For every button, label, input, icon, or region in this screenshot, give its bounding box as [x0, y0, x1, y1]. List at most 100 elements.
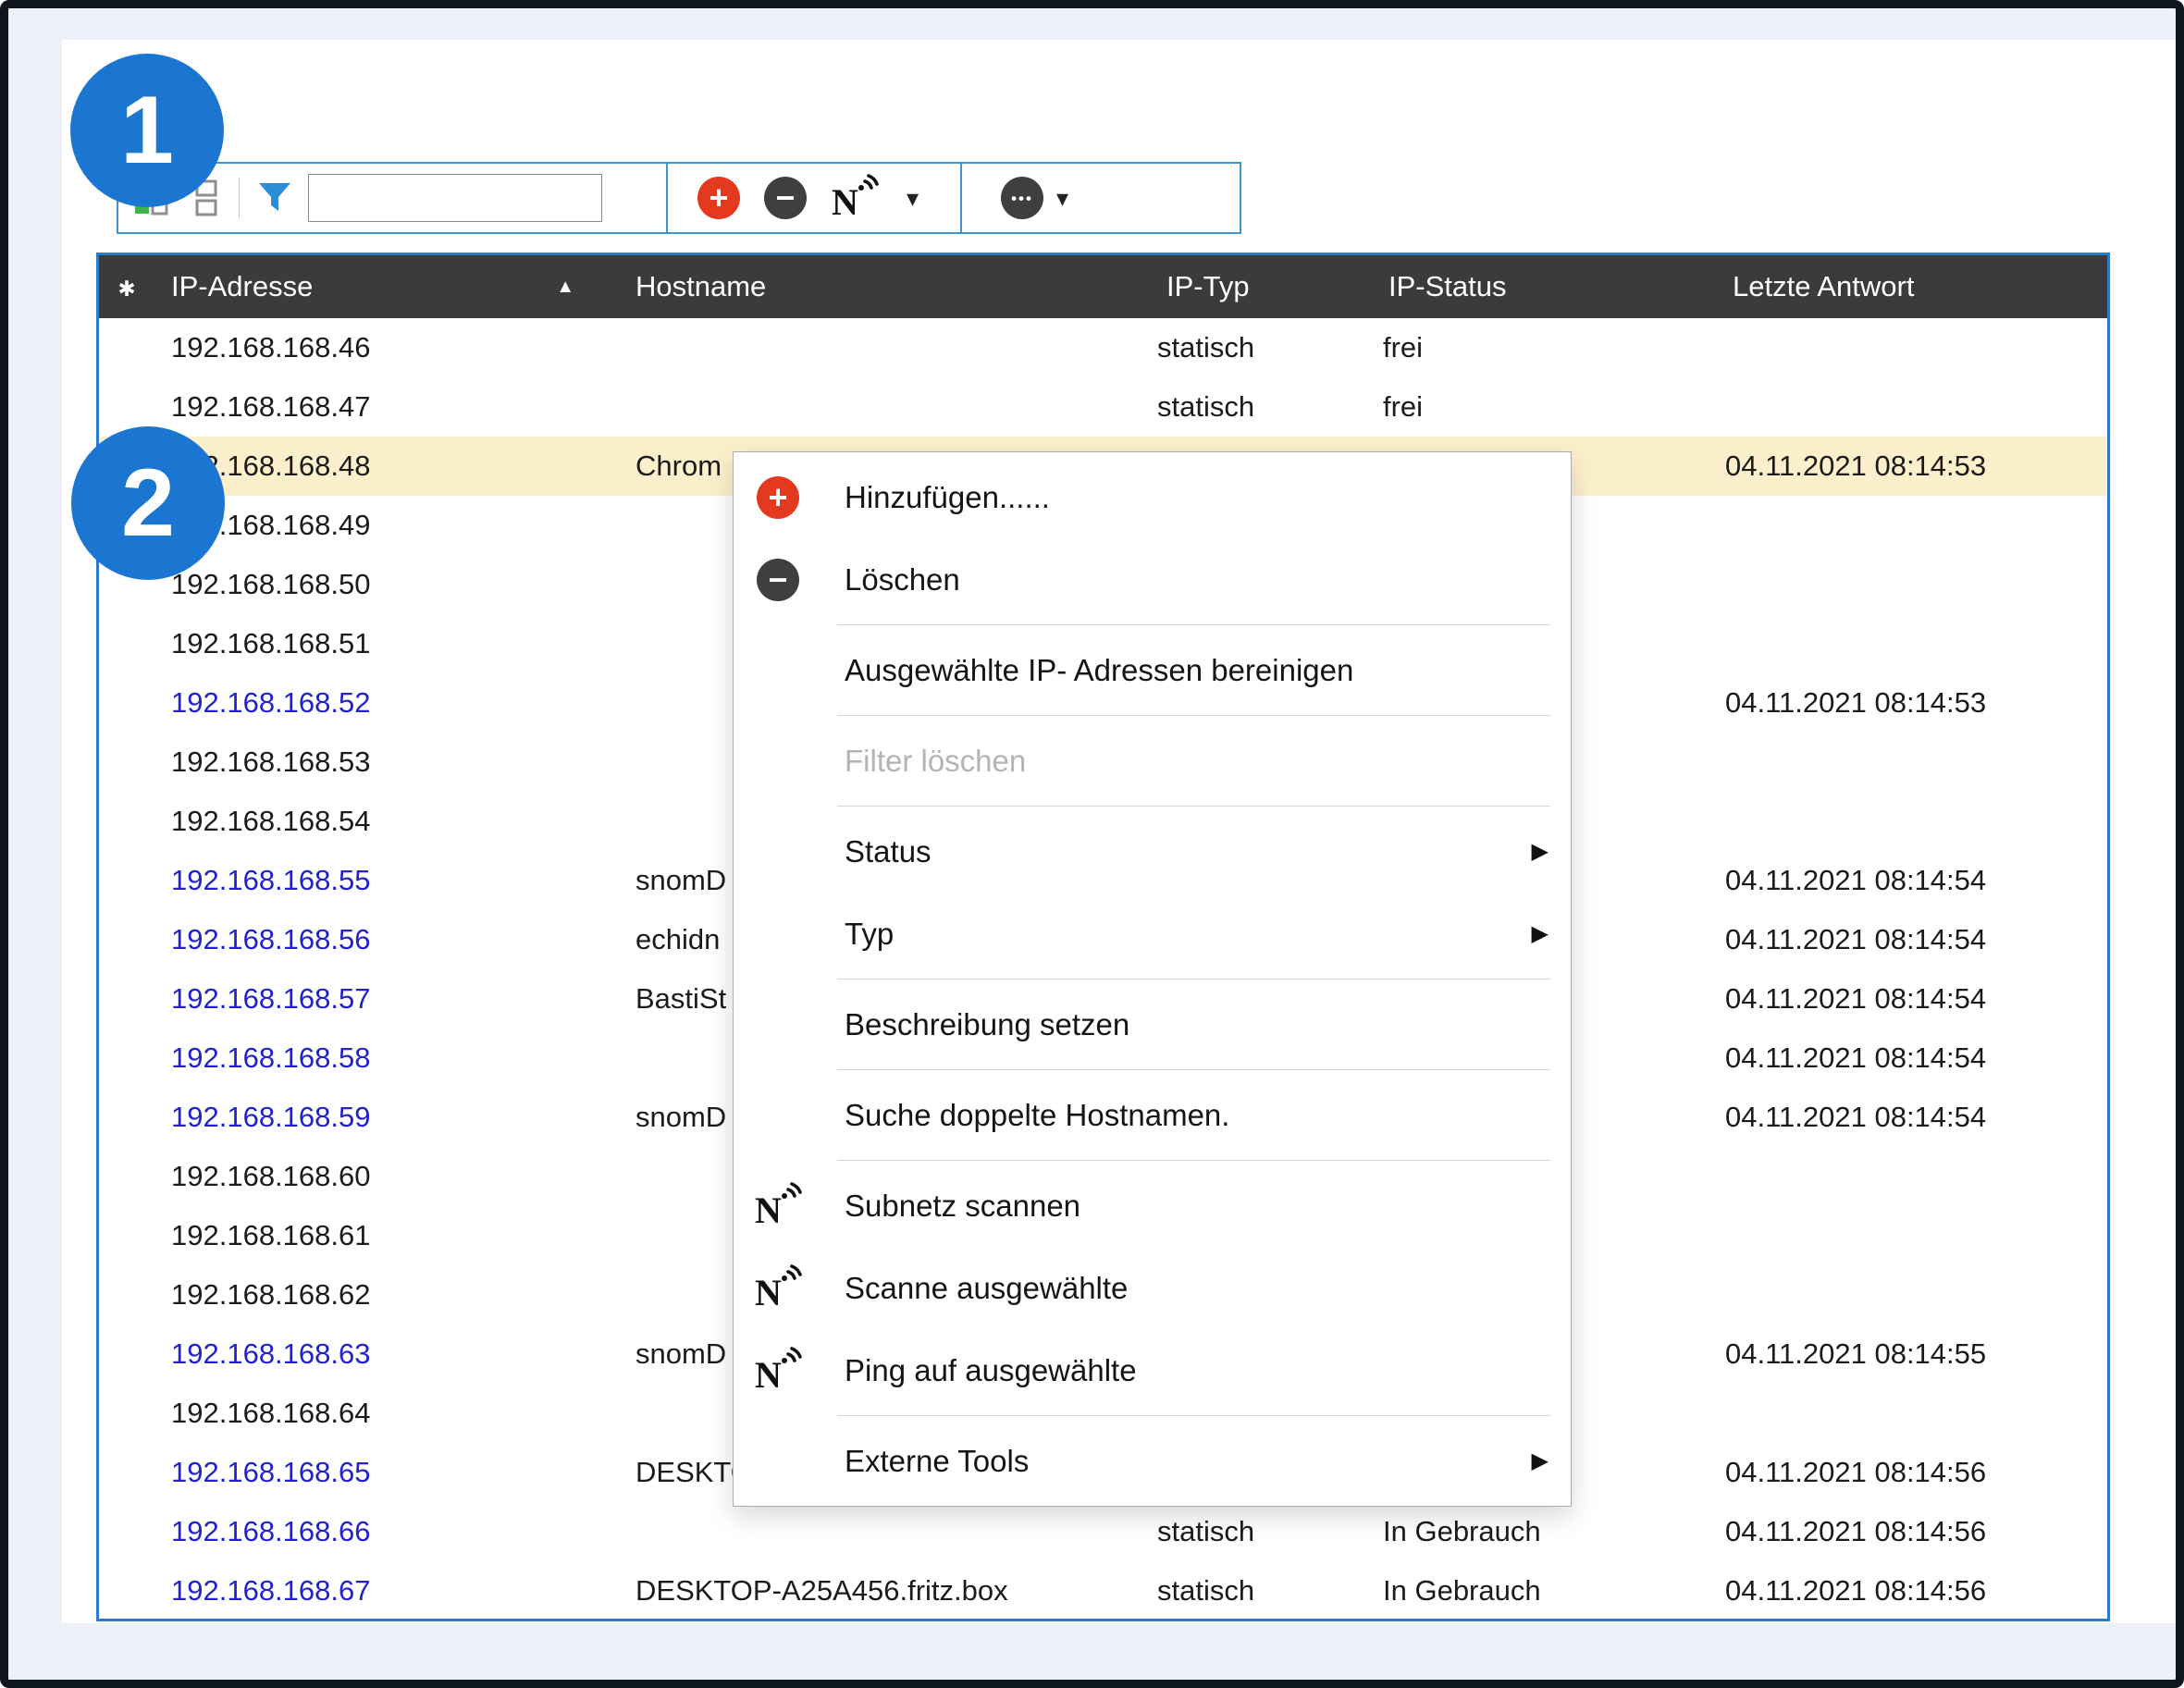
context-menu-item[interactable]: Typ ▶: [734, 893, 1571, 975]
add-icon: +: [754, 476, 802, 519]
letzte-antwort-cell: 04.11.2021 08:14:56: [1644, 1515, 2107, 1548]
scan-network-icon[interactable]: N: [831, 174, 879, 222]
column-header-ip-status[interactable]: IP-Status: [1348, 270, 1644, 303]
context-menu-item-label: Subnetz scannen: [845, 1189, 1080, 1224]
ip-cell: 192.168.168.57: [154, 982, 617, 1016]
context-menu-item[interactable]: − Löschen: [734, 538, 1571, 621]
sort-asc-icon: ▲: [556, 277, 574, 298]
remove-icon: −: [754, 559, 802, 601]
ip-cell: 192.168.168.54: [154, 805, 617, 838]
letzte-antwort-cell: 04.11.2021 08:14:53: [1644, 450, 2107, 483]
app-window: + − N ▾ ••• ▾ ✱ IP-Adresse: [0, 0, 2184, 1688]
letzte-antwort-cell: 04.11.2021 08:14:54: [1644, 1101, 2107, 1134]
selector-column-header[interactable]: ✱: [99, 270, 154, 303]
context-menu-item[interactable]: Filter löschen: [734, 720, 1571, 802]
ip-cell: 192.168.168.64: [154, 1397, 617, 1430]
column-header-ip-adresse[interactable]: IP-Adresse ▲: [154, 270, 617, 303]
context-menu-item[interactable]: Beschreibung setzen: [734, 983, 1571, 1066]
ip-cell: 192.168.168.61: [154, 1219, 617, 1252]
ip-cell: 192.168.168.48: [154, 450, 617, 483]
context-menu-item-label: Filter löschen: [845, 744, 1026, 779]
scan-network-icon: N: [754, 1182, 802, 1230]
more-dropdown-caret-icon[interactable]: ▾: [1056, 184, 1068, 213]
context-menu-item[interactable]: Suche doppelte Hostnamen.: [734, 1074, 1571, 1156]
table-row[interactable]: 192.168.168.66 statisch In Gebrauch 04.1…: [99, 1502, 2107, 1561]
ip-cell: 192.168.168.51: [154, 627, 617, 660]
ip-typ-cell: statisch: [1135, 331, 1348, 364]
letzte-antwort-cell: 04.11.2021 08:14:56: [1644, 1456, 2107, 1489]
context-menu-item-label: Status: [845, 834, 932, 869]
table-row[interactable]: 192.168.168.47 statisch frei: [99, 377, 2107, 437]
ip-cell: 192.168.168.58: [154, 1041, 617, 1075]
svg-text:N: N: [755, 1272, 782, 1312]
toolbar: + − N ▾ ••• ▾: [117, 162, 1241, 234]
letzte-antwort-cell: 04.11.2021 08:14:54: [1644, 1041, 2107, 1075]
scan-network-icon: N: [754, 1264, 802, 1312]
toolbar-divider: [239, 178, 240, 218]
context-menu-item[interactable]: N Ping auf ausgewählte: [734, 1329, 1571, 1411]
context-menu-item[interactable]: N Subnetz scannen: [734, 1164, 1571, 1247]
letzte-antwort-cell: 04.11.2021 08:14:54: [1644, 923, 2107, 956]
context-menu-item[interactable]: Externe Tools ▶: [734, 1420, 1571, 1502]
submenu-arrow-icon: ▶: [1532, 838, 1549, 865]
table-row[interactable]: 192.168.168.46 statisch frei: [99, 318, 2107, 377]
context-menu-item-label: Ping auf ausgewählte: [845, 1353, 1137, 1388]
context-menu-item-label: Typ: [845, 917, 894, 952]
ip-cell: 192.168.168.52: [154, 686, 617, 720]
ip-cell: 192.168.168.63: [154, 1337, 617, 1371]
context-menu-item-label: Scanne ausgewählte: [845, 1271, 1128, 1306]
ip-status-cell: In Gebrauch: [1348, 1574, 1644, 1608]
column-header-label: IP-Adresse: [171, 270, 313, 303]
svg-text:N: N: [755, 1354, 782, 1395]
letzte-antwort-cell: 04.11.2021 08:14:54: [1644, 864, 2107, 897]
context-menu-item[interactable]: N Scanne ausgewählte: [734, 1247, 1571, 1329]
scan-dropdown-caret-icon[interactable]: ▾: [907, 184, 919, 213]
menu-separator: [837, 1160, 1550, 1161]
context-menu-item-label: Suche doppelte Hostnamen.: [845, 1098, 1229, 1133]
submenu-arrow-icon: ▶: [1532, 1448, 1549, 1474]
column-header-ip-typ[interactable]: IP-Typ: [1135, 270, 1348, 303]
ip-cell: 192.168.168.65: [154, 1456, 617, 1489]
menu-separator: [837, 715, 1550, 716]
filter-input[interactable]: [308, 174, 602, 222]
ip-cell: 192.168.168.50: [154, 568, 617, 601]
ip-status-cell: frei: [1348, 390, 1644, 424]
column-header-hostname[interactable]: Hostname: [617, 270, 1135, 303]
letzte-antwort-cell: 04.11.2021 08:14:53: [1644, 686, 2107, 720]
submenu-arrow-icon: ▶: [1532, 920, 1549, 947]
more-options-button[interactable]: •••: [1001, 177, 1043, 219]
toolbar-more-section: ••• ▾: [962, 164, 1240, 232]
ip-cell: 192.168.168.67: [154, 1574, 617, 1608]
table-row[interactable]: 192.168.168.67 DESKTOP-A25A456.fritz.box…: [99, 1561, 2107, 1620]
context-menu-item-label: Beschreibung setzen: [845, 1007, 1129, 1042]
letzte-antwort-cell: 04.11.2021 08:14:56: [1644, 1574, 2107, 1608]
ip-cell: 192.168.168.60: [154, 1160, 617, 1193]
ip-typ-cell: statisch: [1135, 390, 1348, 424]
menu-separator: [837, 1415, 1550, 1416]
ip-cell: 192.168.168.62: [154, 1278, 617, 1312]
menu-separator: [837, 979, 1550, 980]
delete-ip-button[interactable]: −: [764, 177, 807, 219]
context-menu: + Hinzufügen...... − Löschen: [733, 451, 1572, 1507]
ip-status-cell: In Gebrauch: [1348, 1515, 1644, 1548]
menu-separator: [837, 1069, 1550, 1070]
step-badge-1: 1: [70, 54, 224, 207]
selector-icon: ✱: [117, 277, 135, 301]
menu-separator: [837, 624, 1550, 625]
letzte-antwort-cell: 04.11.2021 08:14:54: [1644, 982, 2107, 1016]
context-menu-item-label: Ausgewählte IP- Adressen bereinigen: [845, 653, 1353, 688]
ip-cell: 192.168.168.46: [154, 331, 617, 364]
ip-cell: 192.168.168.47: [154, 390, 617, 424]
context-menu-item[interactable]: Ausgewählte IP- Adressen bereinigen: [734, 629, 1571, 711]
add-ip-button[interactable]: +: [697, 177, 740, 219]
ip-typ-cell: statisch: [1135, 1515, 1348, 1548]
ip-cell: 192.168.168.53: [154, 745, 617, 779]
ip-cell: 192.168.168.66: [154, 1515, 617, 1548]
column-header-letzte-antwort[interactable]: Letzte Antwort: [1644, 270, 2107, 303]
filter-icon[interactable]: [254, 178, 295, 218]
ip-cell: 192.168.168.55: [154, 864, 617, 897]
context-menu-item[interactable]: + Hinzufügen......: [734, 456, 1571, 538]
context-menu-item[interactable]: Status ▶: [734, 810, 1571, 893]
letzte-antwort-cell: 04.11.2021 08:14:55: [1644, 1337, 2107, 1371]
toolbar-edit-section: + − N ▾: [668, 164, 962, 232]
